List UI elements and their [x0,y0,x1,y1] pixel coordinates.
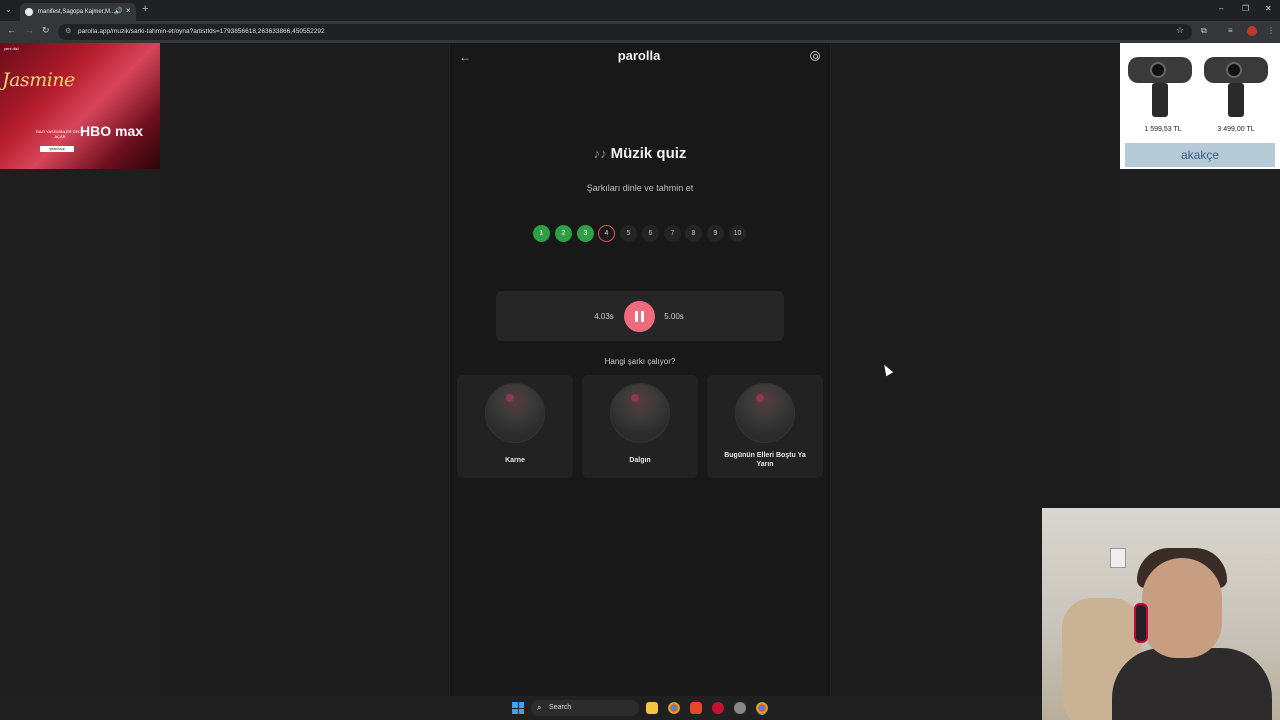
pause-button[interactable] [624,301,655,332]
browser-tab[interactable]: manifest,Sagopa Kajmer,M... 🔊 × [20,3,136,21]
back-arrow-icon[interactable]: ← [459,50,471,64]
product-price: 1 599,53 TL [1144,126,1182,133]
app-logo[interactable]: parolla [583,48,695,63]
reload-icon[interactable]: ↻ [42,25,50,36]
step-indicator: 3 [577,225,594,242]
answer-option[interactable]: Bugünün Elleri Boştu Ya Yarın [707,375,823,478]
tab-list-icon[interactable]: ⌄ [5,5,12,14]
app-container [449,43,831,696]
answer-option[interactable]: Karne [457,375,573,478]
pause-icon [635,311,638,322]
file-explorer-icon[interactable] [646,702,658,714]
address-bar[interactable]: ⚙ parolla.app/muzik/sarki-tahmin-et/oyna… [58,24,1192,40]
ad-banner-right[interactable]: 1 599,53 TL 3 499,00 TL akakçe [1120,43,1280,169]
step-indicator: 6 [642,225,659,242]
total-time: 5.00s [664,312,684,321]
quiz-title-text: Müzik quiz [610,145,687,162]
media-icon[interactable]: ≡ [1228,26,1233,35]
bookmark-star-icon[interactable]: ☆ [1176,25,1184,36]
menu-icon[interactable]: ⋮ [1267,26,1275,35]
question-text: Hangi şarkı çalıyor? [604,357,676,366]
webcam-overlay [1042,508,1280,720]
extensions-icon[interactable]: ⧉ [1201,26,1207,36]
search-icon: ⌕ [537,703,542,712]
close-tab-icon[interactable]: × [126,6,131,15]
chrome-active-icon[interactable] [756,702,768,714]
step-indicator: 9 [707,225,724,242]
brave-icon[interactable] [690,702,702,714]
album-art-image [735,383,795,443]
step-indicator: 5 [620,225,637,242]
ad-title: Jasmine [2,69,75,91]
product-price: 3 499,00 TL [1217,126,1255,133]
music-note-icon: ♪♪ [593,146,607,161]
forward-arrow-icon[interactable]: → [25,25,34,35]
answer-option[interactable]: Dalgın [582,375,698,478]
step-indicator: 10 [729,225,746,242]
new-tab-button[interactable]: + [142,3,148,15]
search-label: Search [549,704,572,711]
ad-watch-button[interactable]: ŞİMDİ İZLE [40,146,74,152]
url-text: parolla.app/muzik/sarki-tahmin-et/oyna?a… [78,28,325,35]
tab-favicon-icon [25,8,33,16]
ad-subtitle: BAZI YASEMİNLER GECE AÇAR [36,129,84,139]
step-indicator: 7 [664,225,681,242]
account-icon[interactable] [810,51,820,61]
ad-banner-left[interactable]: yeni dizi Jasmine BAZI YASEMİNLER GECE A… [0,43,160,169]
ad-brand: HBO max [80,123,144,139]
step-indicator: 8 [685,225,702,242]
back-arrow-icon[interactable]: ← [7,25,16,35]
tab-title: manifest,Sagopa Kajmer,M... [38,9,116,15]
chrome-icon[interactable] [668,702,680,714]
album-art-image [610,383,670,443]
settings-icon[interactable] [734,702,746,714]
close-window-icon[interactable]: ✕ [1265,4,1272,13]
webcam-product-image[interactable] [1202,51,1270,121]
current-time: 4.03s [594,312,614,321]
minimize-icon[interactable]: – [1219,4,1223,13]
browser-tab-bar [0,0,1280,21]
answer-label: Bugünün Elleri Boştu Ya Yarın [724,452,806,468]
opera-icon[interactable] [712,702,724,714]
site-info-icon[interactable]: ⚙ [65,27,71,35]
step-indicator: 4 [598,225,615,242]
speaker-icon[interactable]: 🔊 [114,7,123,15]
album-art-image [485,383,545,443]
windows-start-icon[interactable] [512,702,524,714]
quiz-subtitle: Şarkıları dinle ve tahmin et [586,183,694,193]
taskbar-search[interactable]: ⌕ Search [531,700,639,716]
step-indicator: 1 [533,225,550,242]
answer-label: Karne [505,457,525,464]
headphones-icon [1134,603,1148,643]
restore-icon[interactable]: ❐ [1242,4,1249,13]
step-indicator: 2 [555,225,572,242]
ad-tag: yeni dizi [4,46,19,51]
profile-avatar[interactable] [1247,26,1257,36]
answer-label: Dalgın [629,457,651,464]
webcam-product-image[interactable] [1126,51,1194,121]
page-title: ♪♪ Müzik quiz [560,145,720,162]
ad-brand-logo: akakçe [1125,143,1275,167]
